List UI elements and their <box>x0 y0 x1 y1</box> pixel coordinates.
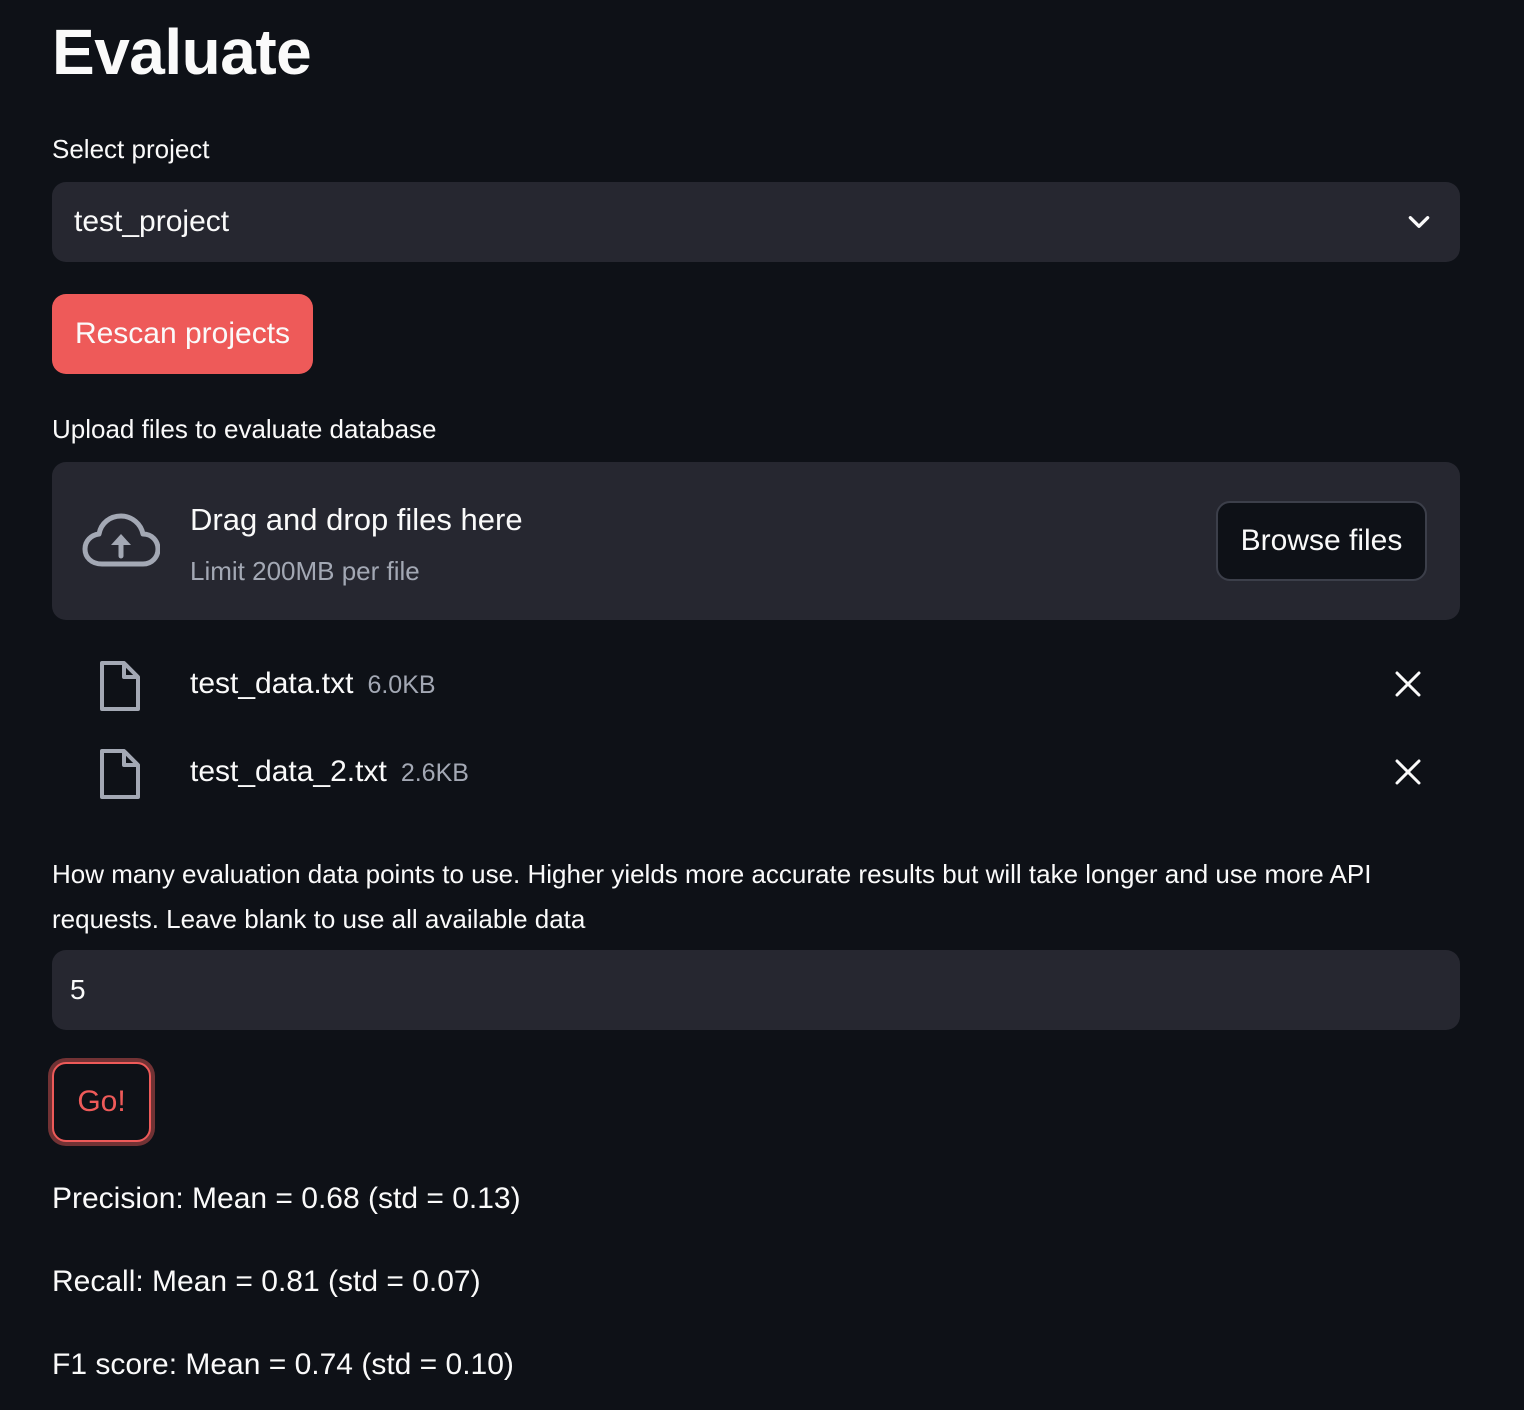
evaluate-page: Evaluate Select project test_project Res… <box>0 0 1524 1410</box>
recall-result: Recall: Mean = 0.81 (std = 0.07) <box>52 1265 481 1298</box>
chevron-down-icon <box>1408 216 1430 228</box>
close-icon[interactable] <box>1394 758 1422 786</box>
project-select[interactable]: test_project <box>52 182 1460 262</box>
dropzone-limit-text: Limit 200MB per file <box>190 556 420 586</box>
cloud-upload-icon <box>82 513 160 567</box>
select-project-label: Select project <box>52 134 210 164</box>
browse-files-button[interactable]: Browse files <box>1216 501 1427 581</box>
uploaded-file-row: test_data.txt 6.0KB <box>52 654 1460 714</box>
page-title: Evaluate <box>52 16 312 88</box>
file-icon <box>100 749 140 799</box>
datapoints-label: How many evaluation data points to use. … <box>52 859 1372 934</box>
upload-label: Upload files to evaluate database <box>52 414 437 444</box>
uploaded-file-row: test_data_2.txt 2.6KB <box>52 742 1460 802</box>
file-name: test_data.txt <box>190 667 354 700</box>
file-icon <box>100 661 140 711</box>
file-name: test_data_2.txt <box>190 755 387 788</box>
file-size: 2.6KB <box>400 759 469 787</box>
f1-result: F1 score: Mean = 0.74 (std = 0.10) <box>52 1348 514 1381</box>
file-dropzone[interactable]: Drag and drop files here Limit 200MB per… <box>52 462 1460 620</box>
rescan-projects-button[interactable]: Rescan projects <box>52 294 313 374</box>
go-button[interactable]: Go! <box>52 1062 151 1142</box>
close-icon[interactable] <box>1394 670 1422 698</box>
file-size: 6.0KB <box>367 671 436 699</box>
precision-result: Precision: Mean = 0.68 (std = 0.13) <box>52 1182 521 1215</box>
datapoints-input[interactable] <box>52 950 1460 1030</box>
project-select-value: test_project <box>74 205 230 238</box>
dropzone-title: Drag and drop files here <box>190 502 523 537</box>
